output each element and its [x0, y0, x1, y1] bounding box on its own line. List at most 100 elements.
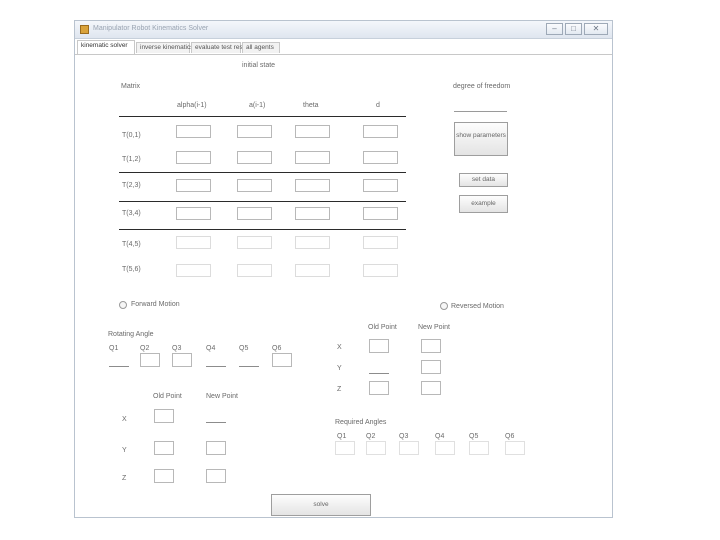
required-angle-label-q5: Q5 — [469, 433, 479, 440]
column-header-a: a(i-1) — [249, 102, 266, 109]
example-button[interactable]: example — [459, 195, 508, 213]
matrix-separator — [119, 201, 406, 202]
column-header-theta: theta — [303, 102, 319, 109]
degree-of-freedom-label: degree of freedom — [453, 83, 511, 90]
left-new-x-input[interactable] — [206, 409, 226, 423]
d-input-6[interactable] — [363, 264, 398, 277]
tab-divider — [75, 54, 612, 55]
angle-label-q2: Q2 — [140, 345, 150, 352]
required-angle-output-q6 — [505, 441, 525, 455]
alpha-input-6[interactable] — [176, 264, 211, 277]
set-data-button[interactable]: set data — [459, 173, 508, 187]
theta-input-2[interactable] — [295, 151, 330, 164]
d-input-5[interactable] — [363, 236, 398, 249]
right-axis-y-label: Y — [337, 365, 342, 372]
angle-label-q5: Q5 — [239, 345, 249, 352]
rotating-angle-label: Rotating Angle — [108, 331, 154, 338]
show-parameters-button[interactable]: show parameters — [454, 122, 508, 156]
right-new-x-input[interactable] — [421, 339, 441, 353]
solve-button[interactable]: solve — [271, 494, 371, 516]
column-header-d: d — [376, 102, 380, 109]
d-input-3[interactable] — [363, 179, 398, 192]
right-new-z-input[interactable] — [421, 381, 441, 395]
left-axis-z-label: Z — [122, 475, 127, 482]
maximize-icon[interactable]: □ — [565, 23, 582, 35]
d-input-1[interactable] — [363, 125, 398, 138]
right-new-point-label: New Point — [418, 324, 450, 331]
required-angle-label-q3: Q3 — [399, 433, 409, 440]
left-old-point-label: Old Point — [153, 393, 182, 400]
rotating-angle-input-q5[interactable] — [239, 353, 259, 367]
matrix-separator — [119, 172, 406, 173]
a-input-1[interactable] — [237, 125, 272, 138]
right-old-y-input[interactable] — [369, 360, 389, 374]
forward-motion-radio[interactable] — [119, 301, 127, 309]
right-new-y-input[interactable] — [421, 360, 441, 374]
d-input-2[interactable] — [363, 151, 398, 164]
column-header-alpha: alpha(i-1) — [177, 102, 207, 109]
required-angle-label-q1: Q1 — [337, 433, 347, 440]
row-label: T(4,5) — [122, 241, 141, 248]
theta-input-6[interactable] — [295, 264, 330, 277]
a-input-6[interactable] — [237, 264, 272, 277]
right-old-x-input[interactable] — [369, 339, 389, 353]
alpha-input-3[interactable] — [176, 179, 211, 192]
matrix-separator — [119, 116, 406, 117]
a-input-5[interactable] — [237, 236, 272, 249]
left-new-point-label: New Point — [206, 393, 238, 400]
alpha-input-1[interactable] — [176, 125, 211, 138]
angle-label-q1: Q1 — [109, 345, 119, 352]
rotating-angle-input-q4[interactable] — [206, 353, 226, 367]
left-new-y-input[interactable] — [206, 441, 226, 455]
right-axis-z-label: Z — [337, 386, 342, 393]
forward-motion-label: Forward Motion — [131, 301, 180, 308]
right-old-point-label: Old Point — [368, 324, 397, 331]
tab-inverse-kinematics[interactable]: inverse kinematics — [136, 42, 193, 53]
required-angle-label-q2: Q2 — [366, 433, 376, 440]
alpha-input-5[interactable] — [176, 236, 211, 249]
rotating-angle-input-q3[interactable] — [172, 353, 192, 367]
tab-evaluate[interactable]: evaluate test results — [191, 42, 253, 53]
alpha-input-2[interactable] — [176, 151, 211, 164]
required-angle-label-q4: Q4 — [435, 433, 445, 440]
row-label: T(1,2) — [122, 156, 141, 163]
degree-of-freedom-input[interactable] — [454, 111, 507, 112]
row-label: T(3,4) — [122, 210, 141, 217]
minimize-icon[interactable]: – — [546, 23, 563, 35]
angle-label-q4: Q4 — [206, 345, 216, 352]
title-bar: Manipulator Robot Kinematics Solver – □ … — [75, 21, 612, 39]
reversed-motion-label: Reversed Motion — [451, 303, 504, 310]
right-axis-x-label: X — [337, 344, 342, 351]
left-old-x-input[interactable] — [154, 409, 174, 423]
alpha-input-4[interactable] — [176, 207, 211, 220]
right-old-z-input[interactable] — [369, 381, 389, 395]
rotating-angle-input-q2[interactable] — [140, 353, 160, 367]
a-input-4[interactable] — [237, 207, 272, 220]
a-input-2[interactable] — [237, 151, 272, 164]
left-axis-x-label: X — [122, 416, 127, 423]
left-old-z-input[interactable] — [154, 469, 174, 483]
rotating-angle-input-q1[interactable] — [109, 353, 129, 367]
close-icon[interactable]: ✕ — [584, 23, 608, 35]
left-new-z-input[interactable] — [206, 469, 226, 483]
a-input-3[interactable] — [237, 179, 272, 192]
initial-state-label: initial state — [242, 62, 276, 69]
app-icon — [80, 25, 89, 34]
rotating-angle-input-q6[interactable] — [272, 353, 292, 367]
window-title: Manipulator Robot Kinematics Solver — [93, 25, 209, 32]
theta-input-5[interactable] — [295, 236, 330, 249]
required-angle-output-q1 — [335, 441, 355, 455]
left-old-y-input[interactable] — [154, 441, 174, 455]
left-axis-y-label: Y — [122, 447, 127, 454]
d-input-4[interactable] — [363, 207, 398, 220]
required-angle-output-q2 — [366, 441, 386, 455]
tab-all-agents[interactable]: all agents — [242, 42, 280, 53]
required-angle-output-q5 — [469, 441, 489, 455]
angle-label-q6: Q6 — [272, 345, 282, 352]
angle-label-q3: Q3 — [172, 345, 182, 352]
reversed-motion-radio[interactable] — [440, 302, 448, 310]
theta-input-1[interactable] — [295, 125, 330, 138]
theta-input-4[interactable] — [295, 207, 330, 220]
theta-input-3[interactable] — [295, 179, 330, 192]
tab-kinematic-solver[interactable]: kinematic solver — [77, 40, 135, 54]
